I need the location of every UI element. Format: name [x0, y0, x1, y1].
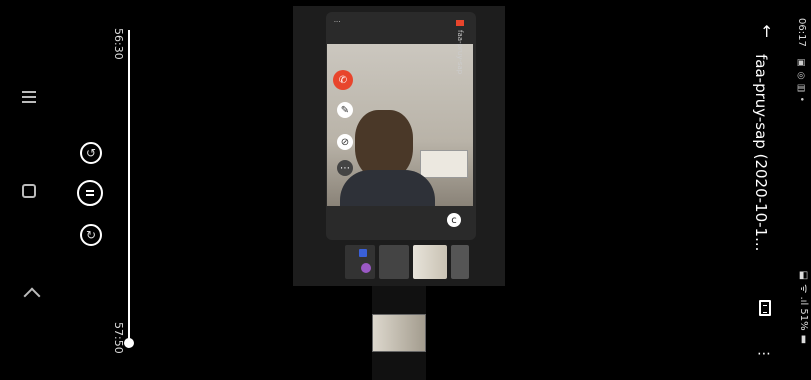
- current-time: 57:50: [112, 322, 125, 354]
- meet-code: faa-pruy-sap: [456, 30, 464, 75]
- participant-tile: [451, 245, 469, 279]
- participant-tile: [345, 245, 375, 279]
- status-time: 06:17: [796, 18, 807, 47]
- chevron-up-icon: [23, 287, 41, 305]
- forward-icon: ↻: [85, 228, 97, 242]
- recording-indicator: [456, 20, 464, 26]
- badge-icon: [359, 249, 367, 257]
- home-button[interactable]: [22, 184, 40, 202]
- back-button[interactable]: ↑: [760, 22, 773, 41]
- avatar: [361, 263, 371, 273]
- wall-picture: [420, 150, 468, 178]
- seek-knob[interactable]: [124, 338, 134, 348]
- more-menu-icon[interactable]: ⋯: [757, 346, 772, 362]
- video-title: faa-pruy-sap (2020-10-1...: [752, 54, 770, 252]
- camera-off-icon: ⊘: [337, 134, 353, 150]
- menu-icon: ⋮: [333, 18, 341, 25]
- end-call-icon: ✆: [333, 70, 353, 90]
- back-nav-button[interactable]: [23, 287, 44, 308]
- pause-icon: [86, 190, 94, 196]
- seek-bar[interactable]: [128, 30, 130, 346]
- battery-status: ◧ ᯤ .ıl 51% ▮: [798, 270, 809, 345]
- pause-button[interactable]: [77, 180, 103, 206]
- forward-button[interactable]: ↻: [80, 224, 102, 246]
- status-icons: ▣ ◎ ▤ •: [796, 58, 806, 102]
- more-options-icon: ⋯: [337, 160, 353, 176]
- recent-apps-icon[interactable]: [22, 88, 40, 106]
- participant-shirt: [340, 170, 435, 206]
- arrow-up-icon: ↑: [760, 22, 774, 41]
- mic-off-icon: ✎: [337, 102, 353, 118]
- participant-tile: [379, 245, 409, 279]
- home-icon: [22, 184, 36, 198]
- end-time: 56:30: [112, 28, 125, 60]
- preview-thumbnail[interactable]: [372, 314, 426, 352]
- caption-icon: c: [447, 213, 461, 227]
- participant-tile: [413, 245, 447, 279]
- document-icon[interactable]: [759, 300, 771, 316]
- participant-tiles: [345, 245, 469, 281]
- rewind-button[interactable]: ↺: [80, 142, 102, 164]
- screen: ↺ ↻ 56:30 57:50 faa-pruy-sap ⋮ ✆ ✎ ⊘ ⋯ c…: [0, 0, 811, 380]
- replay-icon: ↺: [85, 146, 97, 160]
